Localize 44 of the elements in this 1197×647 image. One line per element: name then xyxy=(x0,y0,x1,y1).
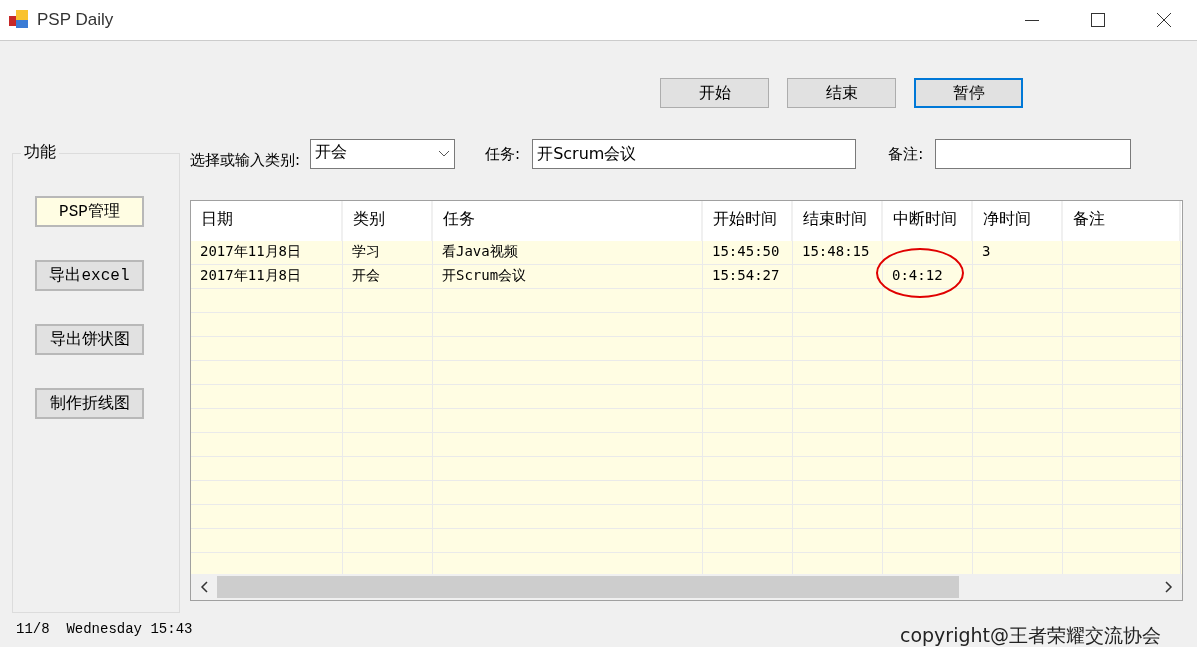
table-cell: 15:45:50 xyxy=(703,241,793,264)
chevron-down-icon xyxy=(438,150,451,158)
table-cell: 0:4:12 xyxy=(883,265,973,288)
table-cell: 15:54:27 xyxy=(703,265,793,288)
column-header[interactable]: 开始时间 xyxy=(703,201,793,241)
action-button[interactable]: 开始 xyxy=(660,78,769,108)
action-button[interactable]: 暂停 xyxy=(914,78,1023,108)
table-cell: 学习 xyxy=(343,241,433,264)
copyright-text: copyright@王者荣耀交流协会 xyxy=(899,623,1161,647)
status-datetime: 11/8 Wednesday 15:43 xyxy=(16,621,193,637)
column-header[interactable]: 任务 xyxy=(433,201,703,241)
minimize-icon[interactable] xyxy=(1025,19,1039,21)
chevron-right-icon[interactable] xyxy=(1165,581,1173,593)
column-header[interactable]: 备注 xyxy=(1063,201,1181,241)
function-button[interactable]: PSP管理 xyxy=(35,196,144,227)
column-header[interactable]: 类别 xyxy=(343,201,433,241)
task-label: 任务: xyxy=(485,144,521,164)
function-button[interactable]: 导出饼状图 xyxy=(35,324,144,355)
table-cell: 2017年11月8日 xyxy=(191,265,343,288)
scrollbar-thumb[interactable] xyxy=(217,576,959,598)
close-icon[interactable] xyxy=(1157,13,1171,27)
table-cell: 开Scrum会议 xyxy=(433,265,703,288)
action-button[interactable]: 结束 xyxy=(787,78,896,108)
function-button[interactable]: 制作折线图 xyxy=(35,388,144,419)
note-field[interactable] xyxy=(935,139,1132,169)
table-cell: 3 xyxy=(973,241,1063,264)
table-cell: 15:48:15 xyxy=(793,241,883,264)
category-combobox[interactable]: 开会 xyxy=(310,139,456,169)
window-title: PSP Daily xyxy=(37,10,114,30)
category-label: 选择或输入类别: xyxy=(190,150,301,170)
column-header[interactable]: 日期 xyxy=(191,201,343,241)
task-field[interactable]: 开Scrum会议 xyxy=(532,139,857,169)
table-cell: 开会 xyxy=(343,265,433,288)
column-header[interactable]: 净时间 xyxy=(973,201,1063,241)
function-button[interactable]: 导出excel xyxy=(35,260,144,291)
note-label: 备注: xyxy=(888,144,924,164)
maximize-icon[interactable] xyxy=(1091,13,1105,27)
chevron-left-icon[interactable] xyxy=(200,581,208,593)
table-cell: 看Java视频 xyxy=(433,241,703,264)
table-cell: 2017年11月8日 xyxy=(191,241,343,264)
app-icon xyxy=(9,10,29,30)
horizontal-scrollbar[interactable] xyxy=(191,574,1182,600)
column-header[interactable]: 中断时间 xyxy=(883,201,973,241)
column-header[interactable]: 结束时间 xyxy=(793,201,883,241)
